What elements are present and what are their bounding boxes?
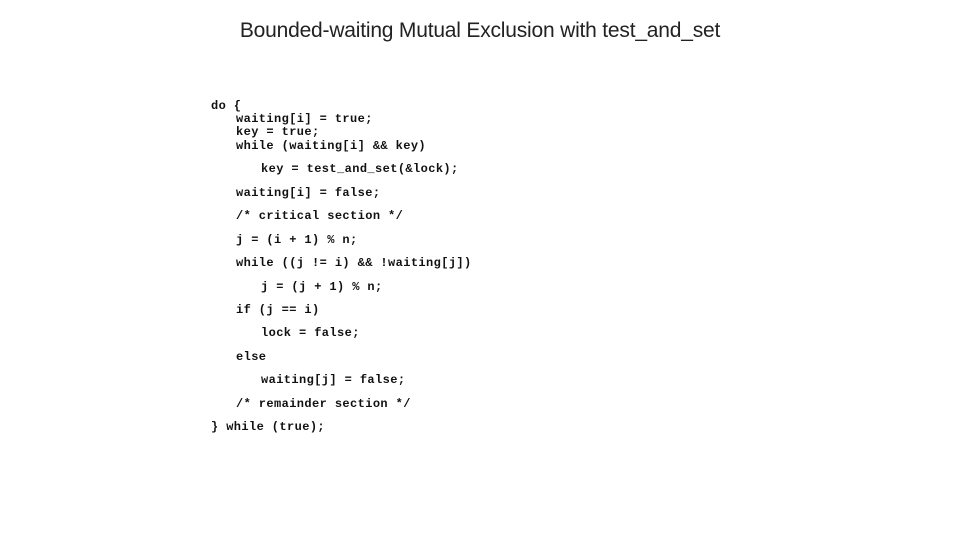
code-line: } while (true);	[211, 420, 326, 434]
code-line: while (waiting[i] && key)	[236, 139, 427, 153]
code-line: j = (j + 1) % n;	[261, 280, 383, 294]
code-line: key = test_and_set(&lock);	[261, 162, 459, 176]
code-line: waiting[i] = false;	[236, 186, 381, 200]
code-line: key = true;	[236, 125, 320, 139]
code-line: /* remainder section */	[236, 397, 411, 411]
code-line: j = (i + 1) % n;	[236, 233, 358, 247]
code-line: waiting[j] = false;	[261, 373, 406, 387]
code-line: do {	[211, 99, 242, 113]
code-line: waiting[i] = true;	[236, 112, 373, 126]
code-line: while ((j != i) && !waiting[j])	[236, 256, 472, 270]
code-line: /* critical section */	[236, 209, 404, 223]
code-line: else	[236, 350, 267, 364]
slide-title: Bounded-waiting Mutual Exclusion with te…	[239, 19, 721, 42]
code-line: if (j == i)	[236, 303, 320, 317]
code-line: lock = false;	[261, 326, 360, 340]
